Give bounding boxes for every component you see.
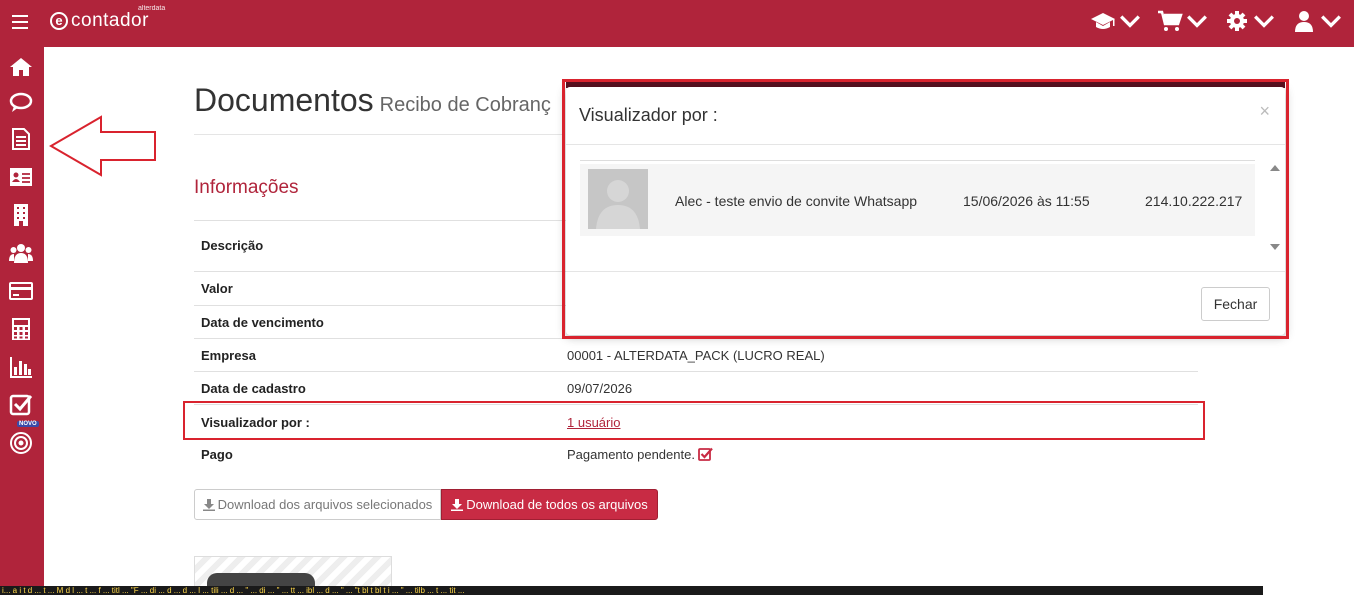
chevron-down-icon [1254, 15, 1274, 28]
logo[interactable]: e contador alterdata [50, 5, 165, 32]
download-all-button[interactable]: Download de todos os arquivos [441, 489, 658, 520]
chevron-down-icon [1321, 15, 1341, 28]
empresa-value: 00001 - ALTERDATA_PACK (LUCRO REAL) [567, 348, 825, 363]
cadastro-label: Data de cadastro [201, 381, 306, 396]
download-selected-button[interactable]: Download dos arquivos selecionados [194, 489, 441, 520]
user-icon[interactable] [1291, 10, 1344, 32]
calculator-icon[interactable] [7, 315, 35, 343]
sidebar: NOVO [0, 47, 44, 595]
pago-text: Pagamento pendente. [567, 447, 695, 462]
download-selected-label: Download dos arquivos selecionados [217, 497, 433, 512]
bar-chart-icon[interactable] [7, 353, 35, 381]
valor-label: Valor [201, 281, 233, 296]
logo-small-text: alterdata [138, 5, 166, 12]
chevron-down-icon [1187, 15, 1207, 28]
cadastro-value: 09/07/2026 [567, 381, 633, 396]
top-navbar: e contador alterdata [0, 0, 1354, 47]
info-row-empresa: Empresa 00001 - ALTERDATA_PACK (LUCRO RE… [194, 338, 1198, 371]
gear-icon[interactable] [1224, 10, 1277, 32]
empresa-label: Empresa [201, 348, 256, 363]
descricao-label: Descrição [201, 238, 264, 253]
check-square-icon[interactable] [698, 447, 713, 461]
visualizador-highlight-box [183, 401, 1205, 440]
download-icon [451, 498, 464, 511]
tooltip-bar: i... a i t d ... t ... M d l ... t ... f… [0, 586, 1263, 595]
page-title: Documentos Recibo de Cobranç [194, 82, 551, 119]
download-all-label: Download de todos os arquivos [466, 497, 648, 512]
id-card-icon[interactable] [7, 163, 35, 191]
novo-badge: NOVO [17, 421, 39, 427]
pago-value: Pagamento pendente. [567, 447, 713, 462]
graduation-cap-icon[interactable] [1090, 10, 1143, 32]
chevron-down-icon [1120, 15, 1140, 28]
vencimento-label: Data de vencimento [201, 315, 324, 330]
logo-e-icon: e [50, 12, 68, 30]
users-icon[interactable] [7, 239, 35, 267]
pago-label: Pago [201, 447, 233, 462]
arrow-annotation-icon [49, 115, 156, 177]
modal-highlight-box [562, 79, 1289, 339]
menu-icon[interactable] [12, 15, 28, 29]
logo-text: contador [71, 10, 149, 31]
document-icon[interactable] [7, 125, 35, 153]
page-title-text: Documentos [194, 82, 374, 118]
info-row-cadastro: Data de cadastro 09/07/2026 [194, 371, 1198, 404]
section-title: Informações [194, 177, 299, 198]
checkbox-icon[interactable] [7, 390, 35, 418]
credit-card-icon[interactable] [7, 277, 35, 305]
target-icon[interactable] [7, 429, 35, 457]
download-icon [202, 498, 215, 511]
title-divider [194, 134, 564, 135]
info-row-pago: Pago Pagamento pendente. [194, 437, 1198, 470]
home-icon[interactable] [7, 53, 35, 81]
chat-icon[interactable] [7, 89, 35, 117]
building-icon[interactable] [7, 201, 35, 229]
page-subtitle: Recibo de Cobranç [379, 94, 551, 116]
cart-icon[interactable] [1157, 10, 1210, 32]
